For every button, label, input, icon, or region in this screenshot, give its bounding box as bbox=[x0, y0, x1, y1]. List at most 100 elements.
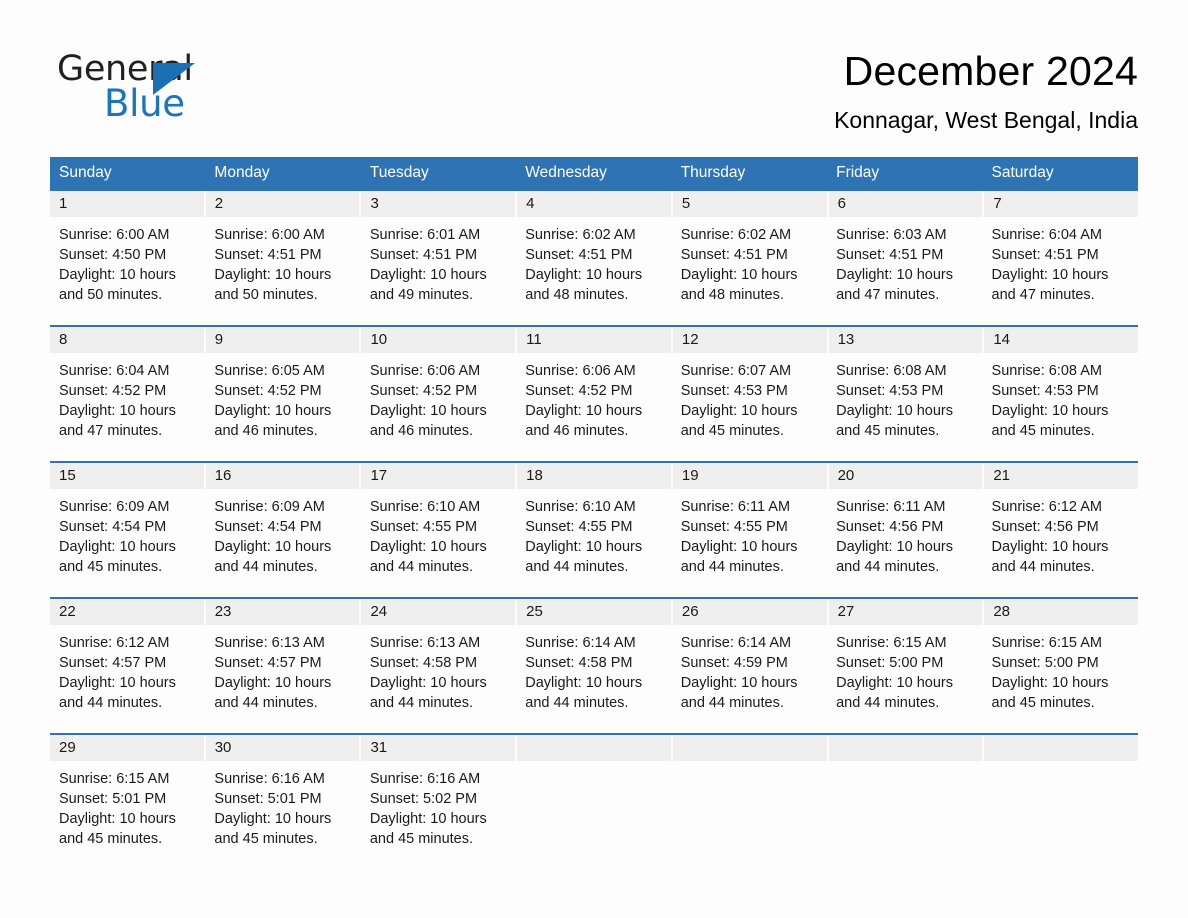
weekday-header-sunday: Sunday bbox=[59, 164, 112, 181]
day-cell[interactable]: Sunrise: 6:04 AM Sunset: 4:52 PM Dayligh… bbox=[50, 353, 205, 461]
day-cell[interactable]: Sunrise: 6:00 AM Sunset: 4:51 PM Dayligh… bbox=[205, 217, 360, 325]
day-cell[interactable]: Sunrise: 6:11 AM Sunset: 4:56 PM Dayligh… bbox=[827, 489, 982, 597]
day-number[interactable]: 3 bbox=[361, 191, 516, 217]
day-number[interactable]: 28 bbox=[984, 599, 1139, 625]
day-cell[interactable]: Sunrise: 6:15 AM Sunset: 5:00 PM Dayligh… bbox=[983, 625, 1138, 733]
daylight-text: Daylight: 10 hours and 44 minutes. bbox=[525, 539, 643, 575]
empty-day-cell bbox=[984, 735, 1139, 761]
day-number[interactable]: 17 bbox=[361, 463, 516, 489]
sunset-text: Sunset: 4:54 PM bbox=[214, 519, 322, 535]
day-number[interactable]: 11 bbox=[517, 327, 671, 353]
daylight-text: Daylight: 10 hours and 50 minutes. bbox=[59, 267, 176, 303]
sunset-text: Sunset: 4:53 PM bbox=[680, 383, 788, 399]
daylight-text: Daylight: 10 hours and 48 minutes. bbox=[525, 267, 643, 303]
day-number[interactable]: 31 bbox=[361, 735, 516, 761]
day-cell[interactable]: Sunrise: 6:16 AM Sunset: 5:02 PM Dayligh… bbox=[361, 761, 516, 873]
daylight-text: Daylight: 10 hours and 45 minutes. bbox=[991, 675, 1109, 711]
daylight-text: Daylight: 10 hours and 46 minutes. bbox=[369, 403, 487, 439]
daylight-text: Daylight: 10 hours and 48 minutes. bbox=[680, 267, 798, 303]
day-number[interactable]: 9 bbox=[205, 327, 360, 353]
daylight-text: Daylight: 10 hours and 44 minutes. bbox=[369, 539, 487, 575]
daylight-text: Daylight: 10 hours and 45 minutes. bbox=[991, 403, 1109, 439]
day-cell[interactable]: Sunrise: 6:15 AM Sunset: 5:00 PM Dayligh… bbox=[827, 625, 982, 733]
day-number[interactable]: 13 bbox=[828, 327, 983, 353]
day-cell[interactable]: Sunrise: 6:01 AM Sunset: 4:51 PM Dayligh… bbox=[361, 217, 516, 325]
daylight-text: Daylight: 10 hours and 44 minutes. bbox=[369, 675, 487, 711]
sunset-text: Sunset: 4:51 PM bbox=[214, 247, 322, 263]
day-cell[interactable]: Sunrise: 6:15 AM Sunset: 5:01 PM Dayligh… bbox=[50, 761, 205, 873]
day-cell[interactable]: Sunrise: 6:13 AM Sunset: 4:57 PM Dayligh… bbox=[205, 625, 360, 733]
day-cell[interactable]: Sunrise: 6:12 AM Sunset: 4:57 PM Dayligh… bbox=[50, 625, 205, 733]
sunset-text: Sunset: 4:55 PM bbox=[369, 519, 478, 535]
day-number[interactable]: 1 bbox=[50, 191, 204, 217]
daylight-text: Daylight: 10 hours and 47 minutes. bbox=[59, 403, 176, 439]
day-cell[interactable]: Sunrise: 6:03 AM Sunset: 4:51 PM Dayligh… bbox=[827, 217, 982, 325]
day-cell[interactable]: Sunrise: 6:10 AM Sunset: 4:55 PM Dayligh… bbox=[516, 489, 671, 597]
day-number[interactable]: 30 bbox=[205, 735, 360, 761]
sunrise-text: Sunrise: 6:08 AM bbox=[836, 363, 947, 379]
day-number[interactable]: 5 bbox=[672, 191, 827, 217]
day-cell[interactable]: Sunrise: 6:10 AM Sunset: 4:55 PM Dayligh… bbox=[361, 489, 516, 597]
sunset-text: Sunset: 4:50 PM bbox=[59, 247, 167, 263]
empty-day-cell bbox=[828, 735, 983, 761]
day-number[interactable]: 15 bbox=[50, 463, 204, 489]
day-number[interactable]: 6 bbox=[828, 191, 983, 217]
day-number[interactable]: 22 bbox=[50, 599, 204, 625]
sunrise-text: Sunrise: 6:12 AM bbox=[59, 635, 170, 651]
sunset-text: Sunset: 5:01 PM bbox=[214, 791, 322, 807]
sunrise-text: Sunrise: 6:08 AM bbox=[991, 363, 1102, 379]
daylight-text: Daylight: 10 hours and 45 minutes. bbox=[680, 403, 798, 439]
day-cell[interactable]: Sunrise: 6:06 AM Sunset: 4:52 PM Dayligh… bbox=[516, 353, 671, 461]
day-cell[interactable]: Sunrise: 6:16 AM Sunset: 5:01 PM Dayligh… bbox=[205, 761, 360, 873]
day-number[interactable]: 16 bbox=[205, 463, 360, 489]
day-cell[interactable]: Sunrise: 6:09 AM Sunset: 4:54 PM Dayligh… bbox=[50, 489, 205, 597]
sunrise-text: Sunrise: 6:11 AM bbox=[680, 499, 791, 515]
sunset-text: Sunset: 4:52 PM bbox=[525, 383, 633, 399]
day-cell[interactable]: Sunrise: 6:08 AM Sunset: 4:53 PM Dayligh… bbox=[827, 353, 982, 461]
weekday-header-friday: Friday bbox=[836, 164, 880, 181]
sunrise-text: Sunrise: 6:09 AM bbox=[214, 499, 325, 515]
day-cell[interactable]: Sunrise: 6:02 AM Sunset: 4:51 PM Dayligh… bbox=[672, 217, 827, 325]
day-cell[interactable]: Sunrise: 6:04 AM Sunset: 4:51 PM Dayligh… bbox=[983, 217, 1138, 325]
day-number[interactable]: 29 bbox=[50, 735, 204, 761]
weekday-header-monday: Monday bbox=[214, 164, 270, 181]
day-number[interactable]: 23 bbox=[205, 599, 360, 625]
day-cell[interactable]: Sunrise: 6:09 AM Sunset: 4:54 PM Dayligh… bbox=[205, 489, 360, 597]
sunset-text: Sunset: 4:52 PM bbox=[369, 383, 478, 399]
day-number[interactable]: 27 bbox=[828, 599, 983, 625]
day-number[interactable]: 12 bbox=[672, 327, 827, 353]
day-number[interactable]: 24 bbox=[361, 599, 516, 625]
day-cell[interactable]: Sunrise: 6:14 AM Sunset: 4:59 PM Dayligh… bbox=[672, 625, 827, 733]
day-number[interactable]: 25 bbox=[517, 599, 671, 625]
day-number[interactable]: 14 bbox=[984, 327, 1139, 353]
day-number[interactable]: 8 bbox=[50, 327, 204, 353]
daylight-text: Daylight: 10 hours and 50 minutes. bbox=[214, 267, 332, 303]
day-number[interactable]: 2 bbox=[205, 191, 360, 217]
daylight-text: Daylight: 10 hours and 45 minutes. bbox=[59, 539, 176, 575]
day-cell[interactable]: Sunrise: 6:06 AM Sunset: 4:52 PM Dayligh… bbox=[361, 353, 516, 461]
sunrise-text: Sunrise: 6:15 AM bbox=[59, 771, 170, 787]
day-cell[interactable]: Sunrise: 6:08 AM Sunset: 4:53 PM Dayligh… bbox=[983, 353, 1138, 461]
day-number[interactable]: 26 bbox=[672, 599, 827, 625]
day-number[interactable]: 4 bbox=[517, 191, 671, 217]
day-cell[interactable]: Sunrise: 6:05 AM Sunset: 4:52 PM Dayligh… bbox=[205, 353, 360, 461]
general-blue-logo: General Blue bbox=[57, 52, 357, 132]
sunset-text: Sunset: 4:56 PM bbox=[836, 519, 944, 535]
day-number[interactable]: 21 bbox=[984, 463, 1139, 489]
day-cell[interactable]: Sunrise: 6:00 AM Sunset: 4:50 PM Dayligh… bbox=[50, 217, 205, 325]
day-number[interactable]: 10 bbox=[361, 327, 516, 353]
day-cell[interactable]: Sunrise: 6:14 AM Sunset: 4:58 PM Dayligh… bbox=[516, 625, 671, 733]
day-cell[interactable]: Sunrise: 6:13 AM Sunset: 4:58 PM Dayligh… bbox=[361, 625, 516, 733]
day-number[interactable]: 19 bbox=[672, 463, 827, 489]
day-cell[interactable]: Sunrise: 6:07 AM Sunset: 4:53 PM Dayligh… bbox=[672, 353, 827, 461]
sunrise-text: Sunrise: 6:07 AM bbox=[680, 363, 792, 379]
day-number[interactable]: 18 bbox=[517, 463, 671, 489]
day-cell[interactable]: Sunrise: 6:02 AM Sunset: 4:51 PM Dayligh… bbox=[516, 217, 671, 325]
day-cell[interactable]: Sunrise: 6:11 AM Sunset: 4:55 PM Dayligh… bbox=[672, 489, 827, 597]
day-number[interactable]: 7 bbox=[984, 191, 1139, 217]
sunrise-text: Sunrise: 6:16 AM bbox=[369, 771, 481, 787]
day-number[interactable]: 20 bbox=[828, 463, 983, 489]
day-cell[interactable]: Sunrise: 6:12 AM Sunset: 4:56 PM Dayligh… bbox=[983, 489, 1138, 597]
sunset-text: Sunset: 4:52 PM bbox=[59, 383, 167, 399]
calendar-week-row: 8 9 10 11 12 13 14 Sunrise: 6:04 AM Suns… bbox=[50, 325, 1139, 461]
